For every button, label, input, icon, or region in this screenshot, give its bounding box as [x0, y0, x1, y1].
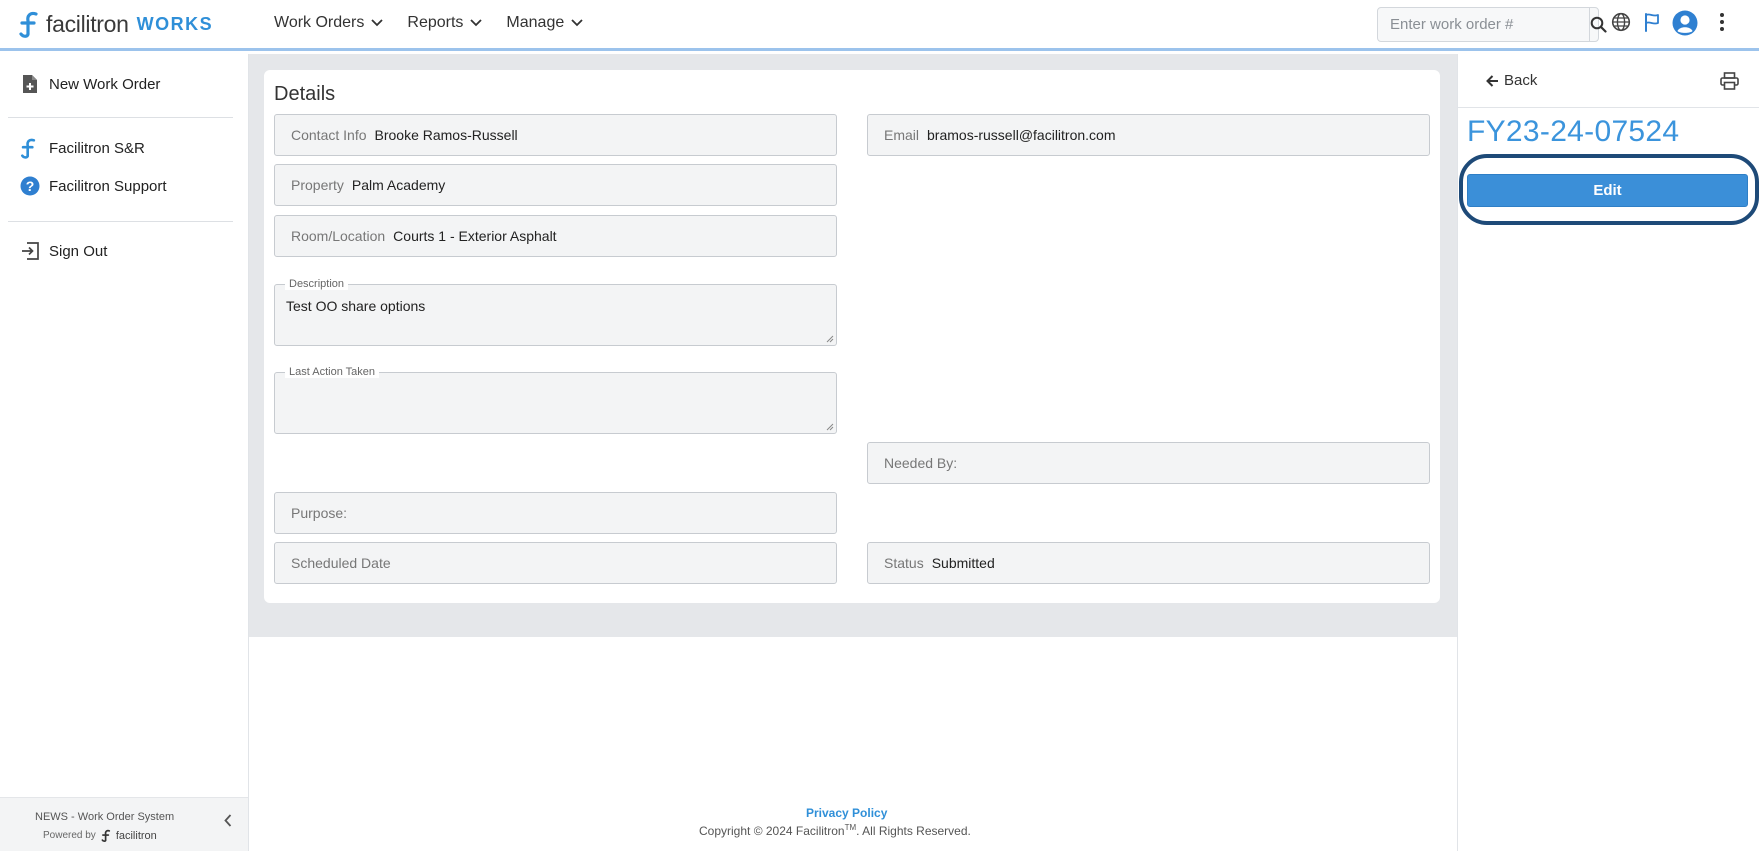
- textarea-label: Last Action Taken: [285, 366, 380, 378]
- chevron-left-icon: [224, 814, 232, 827]
- field-value: Submitted: [931, 555, 995, 571]
- sidebar-item-new-work-order[interactable]: New Work Order: [20, 74, 160, 94]
- sidebar-item-label: Facilitron Support: [49, 177, 167, 195]
- work-order-number: FY23-24-07524: [1467, 115, 1680, 148]
- sidebar-divider: [8, 117, 233, 118]
- resize-grip-icon[interactable]: [826, 335, 834, 343]
- field-value: Brooke Ramos-Russell: [374, 127, 518, 143]
- details-title: Details: [274, 83, 336, 105]
- left-sidebar: New Work Order Facilitron S&R ? Facilitr…: [0, 54, 249, 851]
- field-label: Property: [291, 177, 344, 193]
- main-nav: Work Orders Reports Manage: [274, 14, 607, 32]
- powered-by-brand: facilitron: [115, 829, 157, 842]
- field-label: Room/Location: [291, 228, 386, 244]
- field-label: Contact Info: [291, 127, 367, 143]
- field-value: bramos-russell@facilitron.com: [927, 127, 1116, 143]
- contact-info-field: Contact Info Brooke Ramos-Russell: [274, 114, 837, 156]
- description-textarea[interactable]: Description Test OO share options: [274, 278, 837, 346]
- back-label: Back: [1504, 72, 1538, 89]
- nav-label: Reports: [407, 14, 464, 31]
- more-vertical-icon: [1720, 13, 1724, 31]
- top-header: facilitron WORKS Work Orders Reports Man…: [0, 0, 1759, 51]
- facilitron-works-logo[interactable]: facilitron WORKS: [18, 10, 213, 38]
- sidebar-divider: [8, 221, 233, 222]
- user-menu-button[interactable]: [1672, 10, 1698, 36]
- user-avatar-icon: [1672, 10, 1698, 36]
- flag-button[interactable]: [1643, 12, 1661, 32]
- language-button[interactable]: [1611, 12, 1631, 32]
- arrow-left-icon: [1486, 74, 1498, 87]
- textarea-label: Description: [285, 278, 349, 290]
- work-order-search-input[interactable]: [1378, 8, 1589, 41]
- field-value: Courts 1 - Exterior Asphalt: [393, 228, 557, 244]
- chevron-down-icon: [571, 19, 583, 27]
- copyright-main: Copyright © 2024 Facilitron: [699, 824, 845, 838]
- search-button[interactable]: [1589, 8, 1607, 41]
- search-icon: [1590, 16, 1607, 33]
- logo-works-text: WORKS: [136, 13, 214, 34]
- resize-grip-icon[interactable]: [826, 423, 834, 431]
- needed-by-field: Needed By:: [867, 442, 1430, 484]
- field-label: Status: [884, 555, 924, 571]
- work-order-search: [1377, 7, 1607, 42]
- powered-by: Powered by facilitron: [43, 829, 157, 842]
- property-field: Property Palm Academy: [274, 164, 837, 206]
- copyright-text: Copyright © 2024 FacilitronTM. All Right…: [699, 823, 971, 838]
- textarea-value: Test OO share options: [286, 298, 426, 314]
- email-field: Email bramos-russell@facilitron.com: [867, 114, 1430, 156]
- edit-button[interactable]: Edit: [1467, 174, 1748, 207]
- powered-by-label: Powered by: [43, 830, 96, 841]
- print-icon: [1720, 72, 1739, 90]
- privacy-policy-link[interactable]: Privacy Policy: [806, 806, 887, 820]
- chevron-down-icon: [371, 19, 384, 27]
- system-name: NEWS - Work Order System: [35, 811, 175, 823]
- copyright-end: . All Rights Reserved.: [856, 824, 971, 838]
- status-field: Status Submitted: [867, 542, 1430, 584]
- trademark-mark: TM: [844, 823, 857, 832]
- room-location-field: Room/Location Courts 1 - Exterior Asphal…: [274, 215, 837, 257]
- field-label: Needed By:: [884, 455, 958, 471]
- globe-icon: [1611, 12, 1631, 32]
- new-document-icon: [20, 74, 40, 94]
- sidebar-item-label: New Work Order: [49, 75, 161, 93]
- more-menu-button[interactable]: [1719, 12, 1725, 32]
- sidebar-item-label: Facilitron S&R: [49, 139, 145, 157]
- print-button[interactable]: [1720, 72, 1739, 95]
- last-action-textarea[interactable]: Last Action Taken: [274, 366, 837, 434]
- nav-work-orders[interactable]: Work Orders: [274, 14, 384, 32]
- sidebar-item-label: Sign Out: [49, 242, 108, 260]
- nav-reports[interactable]: Reports: [407, 14, 483, 32]
- panel-divider: [1458, 107, 1759, 108]
- facilitron-logo-icon: [20, 138, 40, 159]
- logo-text: facilitron: [46, 10, 129, 37]
- field-value: Palm Academy: [351, 177, 446, 193]
- collapse-sidebar-button[interactable]: [224, 814, 232, 832]
- nav-label: Work Orders: [274, 14, 365, 31]
- nav-manage[interactable]: Manage: [506, 14, 583, 32]
- field-label: Scheduled Date: [291, 555, 391, 571]
- field-label: Purpose:: [291, 505, 348, 521]
- nav-label: Manage: [506, 14, 565, 31]
- sidebar-footer: NEWS - Work Order System Powered by faci…: [0, 797, 248, 851]
- scheduled-date-field: Scheduled Date: [274, 542, 837, 584]
- facilitron-logo-icon: [19, 11, 38, 38]
- back-button[interactable]: Back: [1486, 72, 1537, 89]
- chevron-down-icon: [470, 19, 483, 27]
- purpose-field: Purpose:: [274, 492, 837, 534]
- sign-out-icon: [20, 241, 40, 261]
- sidebar-item-sign-out[interactable]: Sign Out: [20, 241, 107, 261]
- sidebar-item-facilitron-support[interactable]: ? Facilitron Support: [20, 176, 167, 196]
- sidebar-item-facilitron-sr[interactable]: Facilitron S&R: [20, 138, 145, 159]
- svg-text:?: ?: [26, 178, 35, 194]
- help-circle-icon: ?: [20, 176, 40, 196]
- field-label: Email: [884, 127, 920, 143]
- facilitron-logo-icon: [101, 829, 110, 842]
- flag-icon: [1645, 13, 1659, 32]
